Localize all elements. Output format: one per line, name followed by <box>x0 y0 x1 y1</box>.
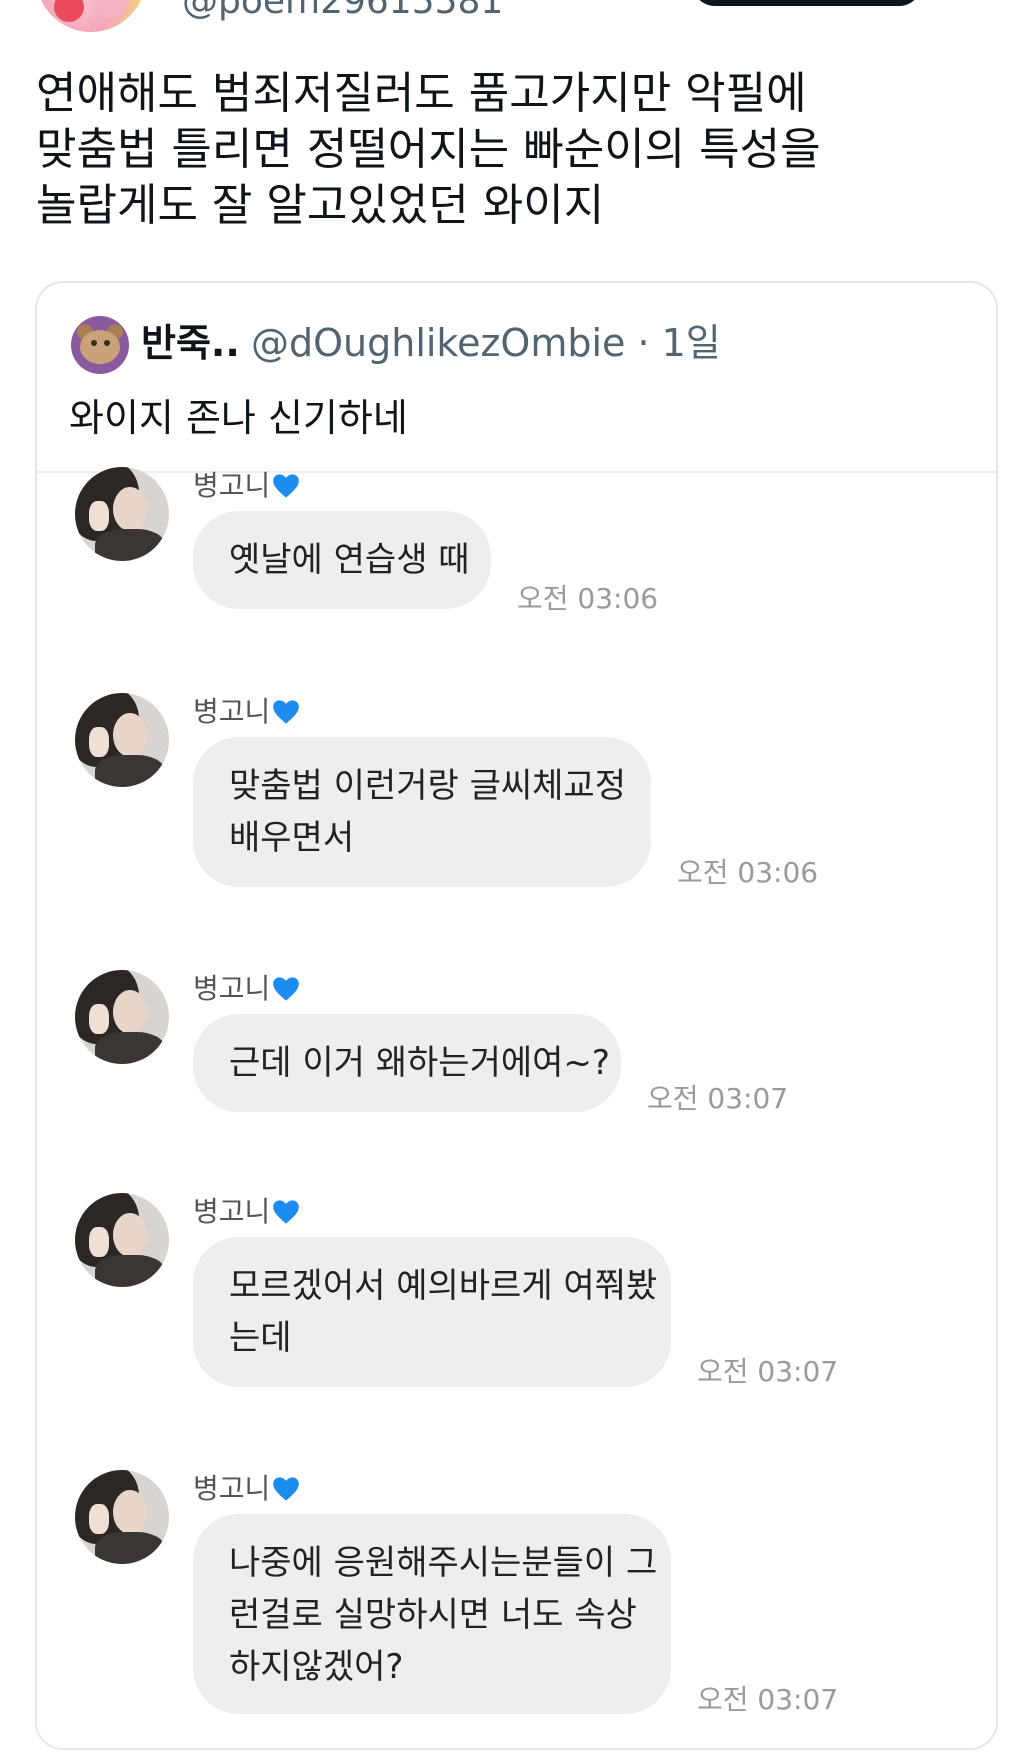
sender-name: 병고니 <box>193 1472 300 1506</box>
sender-name-text: 병고니 <box>193 695 271 728</box>
tweet-text-line: 맞춤법 틀리면 정떨어지는 빠순이의 특성을 <box>36 124 821 175</box>
sender-avatar <box>75 467 169 561</box>
message-text-line: 근데 이거 왜하는거에여~? <box>229 1043 610 1083</box>
blue-heart-icon <box>273 977 300 1001</box>
avatar-art <box>80 330 120 364</box>
blue-heart-icon <box>273 474 300 498</box>
quoted-tweet-header: 반죽.. @dOughlikezOmbie · 1일 와이지 존나 신기하네 <box>37 283 996 473</box>
message-timestamp: 오전 03:07 <box>697 1355 839 1388</box>
quoted-author-handle[interactable]: @dOughlikezOmbie · 1일 <box>251 319 721 367</box>
message-text-line: 는데 <box>229 1318 292 1358</box>
message-timestamp: 오전 03:06 <box>677 856 819 889</box>
tweet-text-line: 연애해도 범죄저질러도 품고가지만 악필에 <box>36 68 807 119</box>
message-bubble: 근데 이거 왜하는거에여~? <box>193 1014 621 1112</box>
message-text-line: 맞춤법 이런거랑 글씨체교정 <box>229 766 626 806</box>
blue-heart-icon <box>273 1200 300 1224</box>
sender-name: 병고니 <box>193 469 300 503</box>
message-timestamp: 오전 03:07 <box>647 1082 789 1115</box>
sender-avatar <box>75 1193 169 1287</box>
message-text-line: 하지않겠어? <box>229 1647 404 1687</box>
sender-name-text: 병고니 <box>193 1195 271 1228</box>
message-bubble: 옛날에 연습생 때 <box>193 511 491 609</box>
tweet-text: 연애해도 범죄저질러도 품고가지만 악필에 맞춤법 틀리면 정떨어지는 빠순이의… <box>36 66 996 234</box>
message-text-line: 나중에 응원해주시는분들이 그 <box>229 1543 658 1583</box>
blue-heart-icon <box>273 700 300 724</box>
message-text-line: 옛날에 연습생 때 <box>229 540 470 580</box>
quoted-tweet-text: 와이지 존나 신기하네 <box>69 396 408 440</box>
author-avatar[interactable] <box>36 0 146 32</box>
author-handle[interactable]: @poem29615581 <box>182 0 503 22</box>
message-bubble: 모르겠어서 예의바르게 여쭤봤 는데 <box>193 1237 671 1387</box>
sender-name: 병고니 <box>193 695 300 729</box>
sender-name-text: 병고니 <box>193 972 271 1005</box>
message-bubble: 맞춤법 이런거랑 글씨체교정 배우면서 <box>193 737 651 887</box>
sender-name-text: 병고니 <box>193 469 271 502</box>
sender-avatar <box>75 970 169 1064</box>
avatar-art <box>54 0 84 22</box>
chat-screenshot: 병고니 옛날에 연습생 때 오전 03:06 병고니 맞춤법 이런거랑 글씨체교… <box>37 467 996 1748</box>
avatar-art <box>91 340 97 346</box>
message-timestamp: 오전 03:06 <box>517 582 659 615</box>
message-text-line: 런걸로 실망하시면 너도 속상 <box>229 1595 637 1635</box>
sender-name-text: 병고니 <box>193 1472 271 1505</box>
sender-name: 병고니 <box>193 972 300 1006</box>
message-timestamp: 오전 03:07 <box>697 1683 839 1716</box>
quoted-author-name[interactable]: 반죽.. <box>141 319 240 367</box>
avatar-art <box>104 340 110 346</box>
sender-name: 병고니 <box>193 1195 300 1229</box>
avatar-art <box>94 0 128 18</box>
tweet-text-line: 놀랍게도 잘 알고있었던 와이지 <box>36 180 605 231</box>
follow-button[interactable] <box>692 0 922 6</box>
quoted-tweet-card[interactable]: 반죽.. @dOughlikezOmbie · 1일 와이지 존나 신기하네 병… <box>35 281 998 1750</box>
sender-avatar <box>75 1470 169 1564</box>
message-text-line: 모르겠어서 예의바르게 여쭤봤 <box>229 1266 658 1306</box>
message-text-line: 배우면서 <box>229 818 355 858</box>
blue-heart-icon <box>273 1477 300 1501</box>
message-bubble: 나중에 응원해주시는분들이 그 런걸로 실망하시면 너도 속상 하지않겠어? <box>193 1514 671 1714</box>
quoted-author-avatar[interactable] <box>71 316 129 374</box>
sender-avatar <box>75 693 169 787</box>
